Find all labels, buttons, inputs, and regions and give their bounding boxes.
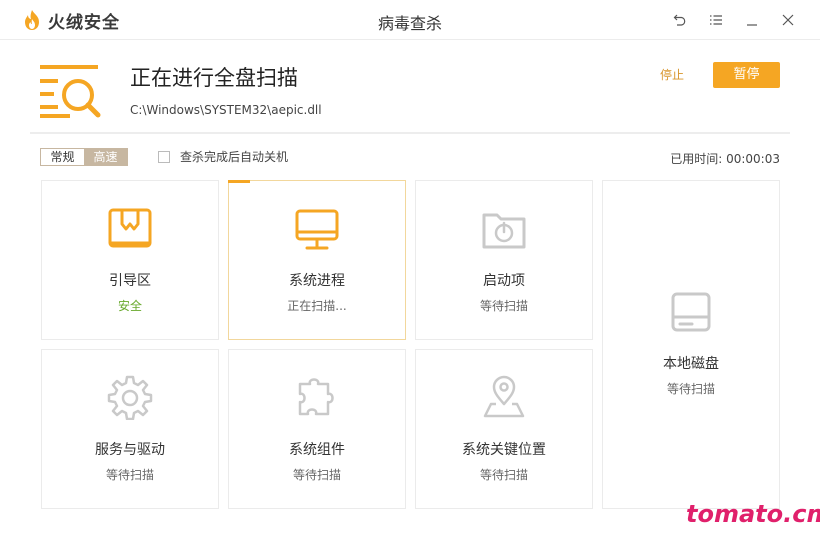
card-name: 本地磁盘	[663, 356, 719, 372]
elapsed-label: 已用时间:	[670, 152, 723, 166]
mode-fast-option[interactable]: 高速	[84, 149, 127, 165]
auto-shutdown-checkbox[interactable]	[158, 150, 170, 163]
pause-button[interactable]: 暂停	[713, 62, 780, 88]
card-name: 启动项	[483, 273, 525, 289]
scan-progress-icon	[40, 65, 101, 118]
card-name: 系统组件	[289, 442, 345, 458]
current-scan-path: C:\Windows\SYSTEM32\aepic.dll	[130, 103, 322, 117]
watermark-text: tomato.cm	[686, 500, 820, 528]
location-pin-icon	[483, 375, 525, 418]
card-name: 引导区	[109, 273, 151, 289]
scan-title: 正在进行全盘扫描	[130, 66, 298, 90]
auto-shutdown-label: 查杀完成后自动关机	[180, 150, 289, 164]
menu-icon	[710, 15, 722, 25]
card-status: 安全	[117, 299, 142, 313]
monitor-icon	[295, 209, 339, 250]
elapsed-time: 已用时间: 00:00:03	[670, 150, 780, 167]
card-name: 系统进程	[289, 273, 345, 289]
card-status: 等待扫描	[105, 468, 154, 482]
card-status: 等待扫描	[479, 299, 528, 313]
auto-shutdown-option[interactable]: 查杀完成后自动关机	[158, 148, 288, 165]
disk-icon	[671, 292, 711, 332]
gear-icon	[107, 375, 153, 420]
mode-normal-option[interactable]: 常规	[41, 149, 84, 165]
puzzle-icon	[298, 378, 334, 416]
scan-item-system-processes: 系统进程 正在扫描...	[228, 180, 406, 340]
title-bar: 火绒安全 病毒查杀	[0, 0, 820, 40]
stop-button[interactable]: 停止	[652, 65, 692, 85]
active-corner-marker	[228, 180, 250, 183]
scan-item-services-drivers: 服务与驱动 等待扫描	[41, 349, 219, 509]
menu-button[interactable]	[698, 8, 734, 32]
card-status: 正在扫描...	[287, 299, 347, 313]
scan-item-system-components: 系统组件 等待扫描	[228, 349, 406, 509]
startup-icon	[482, 213, 526, 249]
scan-mode-toggle: 常规 高速	[40, 148, 128, 166]
window-controls	[662, 8, 806, 32]
close-icon	[782, 14, 794, 26]
scan-item-key-locations: 系统关键位置 等待扫描	[415, 349, 593, 509]
close-button[interactable]	[770, 8, 806, 32]
card-name: 系统关键位置	[462, 442, 546, 458]
boot-sector-icon	[108, 208, 152, 248]
back-icon	[673, 14, 686, 26]
elapsed-value: 00:00:03	[726, 152, 780, 166]
scan-item-local-disk: 本地磁盘 等待扫描	[602, 180, 780, 509]
scan-item-boot-sector: 引导区 安全	[41, 180, 219, 340]
scan-item-startup: 启动项 等待扫描	[415, 180, 593, 340]
card-status: 等待扫描	[292, 468, 341, 482]
card-status: 等待扫描	[666, 382, 715, 396]
header-divider	[30, 132, 790, 134]
minimize-button[interactable]	[734, 8, 770, 32]
card-name: 服务与驱动	[95, 442, 165, 458]
back-button[interactable]	[662, 8, 698, 32]
card-status: 等待扫描	[479, 468, 528, 482]
minimize-icon	[747, 24, 757, 26]
